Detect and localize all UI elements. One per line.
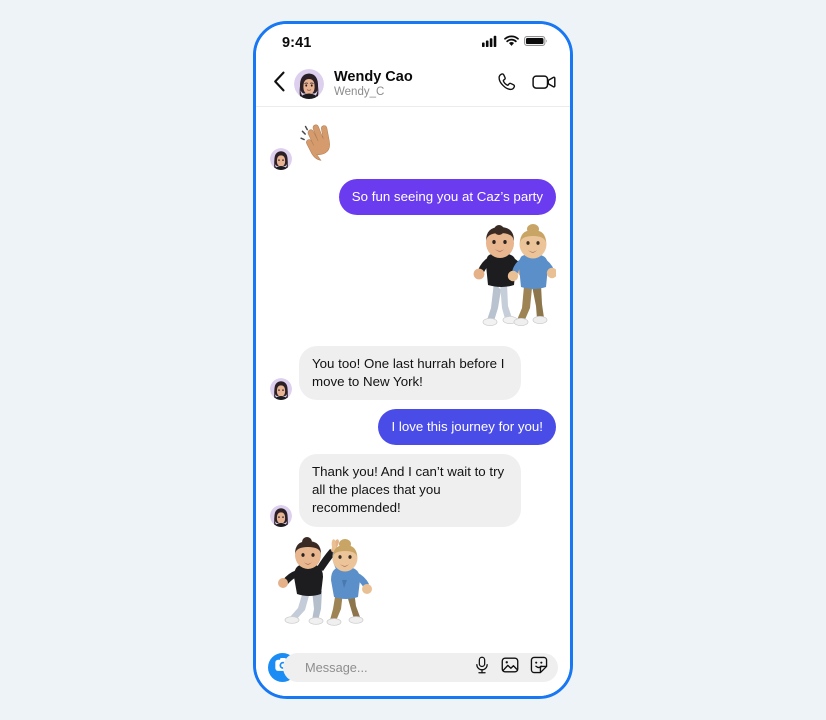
message-row: You too! One last hurrah before I move t…	[270, 346, 556, 401]
composer-actions	[474, 656, 550, 679]
message-row	[270, 536, 556, 631]
message-row: I love this journey for you!	[270, 409, 556, 446]
message-bubble-received[interactable]: You too! One last hurrah before I move t…	[299, 346, 521, 401]
gallery-button[interactable]	[501, 656, 519, 679]
sticker-message[interactable]	[270, 536, 374, 631]
message-input[interactable]	[305, 660, 474, 675]
video-call-button[interactable]	[532, 71, 556, 98]
avatars-dancing-sticker	[456, 224, 558, 337]
status-icons	[482, 34, 548, 52]
microphone-icon	[474, 656, 490, 679]
chevron-left-icon	[273, 71, 286, 97]
avatar	[270, 148, 292, 170]
microphone-button[interactable]	[474, 656, 490, 679]
avatar	[270, 378, 292, 401]
back-button[interactable]	[266, 69, 292, 99]
message-row	[270, 224, 558, 337]
message-composer	[256, 645, 570, 696]
message-input-container[interactable]	[283, 653, 558, 682]
sticker-button[interactable]	[530, 656, 548, 679]
status-time: 9:41	[282, 35, 312, 51]
video-camera-icon	[532, 71, 556, 98]
conversation-list[interactable]: So fun seeing you at Caz’s party You too…	[256, 107, 570, 645]
phone-call-button[interactable]	[496, 71, 518, 98]
page-title: Wendy Cao	[334, 68, 413, 85]
photo-gallery-icon	[501, 656, 519, 679]
waving-hand-sticker	[299, 121, 343, 170]
message-bubble-sent[interactable]: So fun seeing you at Caz’s party	[338, 179, 556, 216]
sticker-icon	[530, 656, 548, 679]
message-row: So fun seeing you at Caz’s party	[270, 179, 556, 216]
cellular-signal-icon	[482, 34, 499, 52]
wifi-icon	[504, 34, 519, 52]
sticker-message[interactable]	[456, 224, 558, 337]
message-bubble-sent[interactable]: I love this journey for you!	[378, 409, 556, 446]
chat-header: Wendy Cao Wendy_C	[256, 62, 570, 107]
sticker-message[interactable]	[299, 121, 343, 170]
message-row: Thank you! And I can’t wait to try all t…	[270, 454, 556, 527]
battery-icon	[524, 34, 548, 52]
status-bar: 9:41	[256, 24, 570, 62]
phone-call-icon	[496, 71, 518, 98]
avatar[interactable]	[294, 69, 324, 99]
avatars-high-five-sticker	[270, 536, 374, 631]
header-username: Wendy_C	[334, 86, 385, 99]
avatar	[270, 504, 292, 527]
message-row	[270, 121, 556, 170]
header-actions	[496, 71, 556, 98]
message-bubble-received[interactable]: Thank you! And I can’t wait to try all t…	[299, 454, 521, 527]
phone-frame: 9:41 Wendy Cao Wendy_C So fun seeing you…	[253, 21, 573, 699]
header-names: Wendy Cao Wendy_C	[334, 69, 496, 99]
